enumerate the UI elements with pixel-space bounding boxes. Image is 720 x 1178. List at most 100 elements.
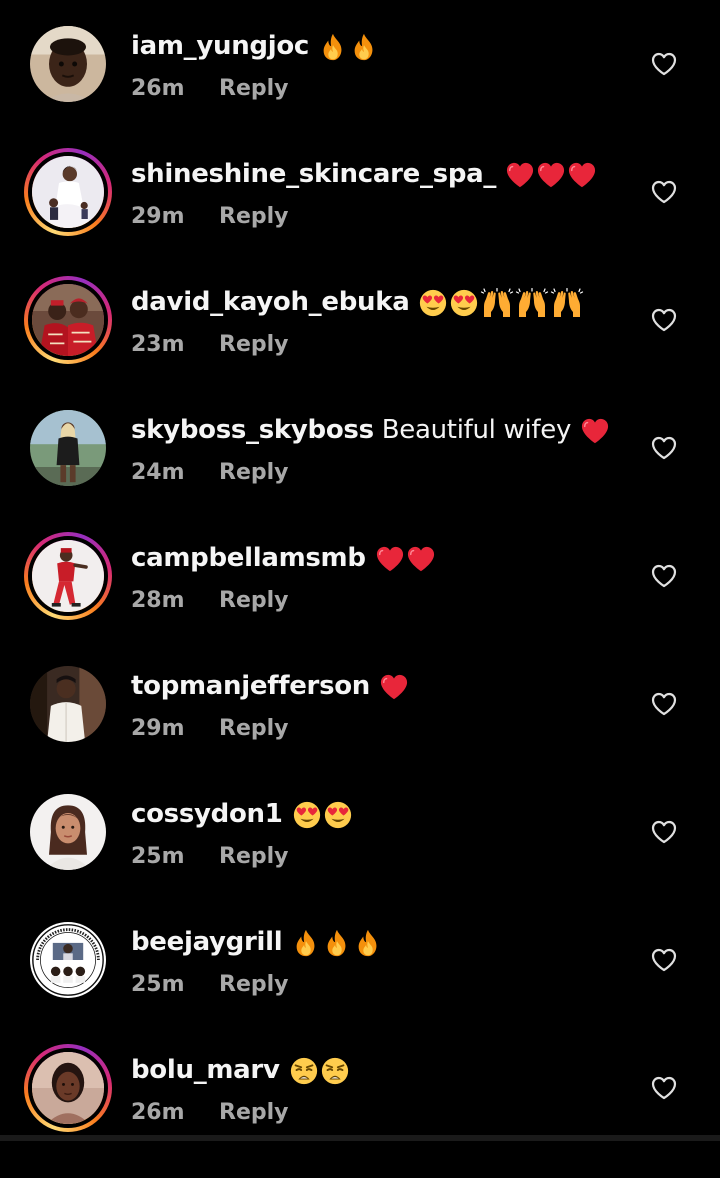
reply-button[interactable]: Reply (219, 456, 289, 490)
reply-button[interactable]: Reply (219, 712, 289, 746)
heart-eyes-emoji-icon (323, 800, 353, 830)
reply-button[interactable]: Reply (219, 968, 289, 1002)
comment-text: Beautiful wifey (381, 415, 572, 445)
comment-timestamp: 29m (131, 204, 185, 229)
avatar-frame (30, 666, 106, 742)
comment-row: campbellamsmb 28m Reply (0, 532, 720, 666)
avatar-frame (30, 794, 106, 870)
avatar-container[interactable] (30, 26, 106, 102)
username-link[interactable]: bolu_marv (131, 1055, 280, 1085)
avatar[interactable] (30, 666, 106, 742)
avatar-story-ring[interactable] (24, 1044, 112, 1132)
like-button[interactable] (651, 820, 677, 844)
username-link[interactable]: skyboss_skyboss (131, 415, 374, 445)
comment-body: cossydon1 (131, 794, 353, 834)
username-link[interactable]: beejaygrill (131, 927, 283, 957)
like-button[interactable] (651, 52, 677, 76)
avatar[interactable] (32, 540, 104, 612)
avatar[interactable] (32, 156, 104, 228)
raising-hands-emoji-icon (480, 287, 514, 318)
comment-meta: 28m Reply (131, 584, 289, 618)
comment-timestamp: 25m (131, 972, 185, 997)
username-link[interactable]: topmanjefferson (131, 671, 370, 701)
fire-emoji-icon (322, 928, 352, 958)
like-button[interactable] (651, 436, 677, 460)
avatar[interactable] (30, 922, 106, 998)
comment-body: bolu_marv (131, 1050, 350, 1090)
avatar-story-ring[interactable] (24, 532, 112, 620)
fire-emoji-icon (353, 928, 383, 958)
username-link[interactable]: shineshine_skincare_spa_ (131, 159, 496, 189)
red-heart-emoji-icon (580, 417, 610, 445)
comment-body: campbellamsmb (131, 538, 436, 578)
like-button[interactable] (651, 180, 677, 204)
reply-button[interactable]: Reply (219, 328, 289, 362)
avatar-frame (28, 152, 108, 232)
reply-button[interactable]: Reply (219, 584, 289, 618)
avatar[interactable] (30, 410, 106, 486)
comment-timestamp: 26m (131, 1100, 185, 1125)
red-heart-emoji-icon (567, 161, 597, 189)
avatar[interactable] (30, 794, 106, 870)
avatar-frame (30, 410, 106, 486)
heart-outline-icon (651, 948, 677, 972)
username-link[interactable]: cossydon1 (131, 799, 283, 829)
comment-row: david_kayoh_ebuka 23m Reply (0, 276, 720, 410)
comment-row: topmanjefferson 29m Reply (0, 666, 720, 794)
reply-button[interactable]: Reply (219, 200, 289, 234)
heart-outline-icon (651, 52, 677, 76)
like-button[interactable] (651, 308, 677, 332)
heart-outline-icon (651, 692, 677, 716)
reply-button[interactable]: Reply (219, 840, 289, 874)
like-button[interactable] (651, 692, 677, 716)
comment-body: topmanjefferson (131, 666, 409, 706)
avatar-story-ring[interactable] (24, 148, 112, 236)
red-heart-emoji-icon (536, 161, 566, 189)
heart-outline-icon (651, 564, 677, 588)
heart-eyes-emoji-icon (418, 288, 448, 318)
raising-hands-emoji-icon (550, 287, 584, 318)
heart-outline-icon (651, 308, 677, 332)
avatar-frame (28, 536, 108, 616)
red-heart-emoji-icon (406, 545, 436, 573)
avatar[interactable] (32, 284, 104, 356)
like-button[interactable] (651, 564, 677, 588)
comment-meta: 23m Reply (131, 328, 289, 362)
avatar-container[interactable] (30, 410, 106, 486)
bottom-bar (0, 1135, 720, 1141)
fire-emoji-icon (349, 32, 379, 62)
comment-meta: 29m Reply (131, 200, 289, 234)
comment-meta: 25m Reply (131, 840, 289, 874)
comment-meta: 24m Reply (131, 456, 289, 490)
like-button[interactable] (651, 1076, 677, 1100)
avatar-frame (28, 280, 108, 360)
comment-meta: 25m Reply (131, 968, 289, 1002)
comment-timestamp: 29m (131, 716, 185, 741)
username-link[interactable]: iam_yungjoc (131, 31, 309, 61)
avatar-container[interactable] (30, 922, 106, 998)
raising-hands-emoji-icon (515, 287, 549, 318)
avatar-container[interactable] (30, 666, 106, 742)
comment-timestamp: 28m (131, 588, 185, 613)
heart-outline-icon (651, 436, 677, 460)
avatar-container[interactable] (30, 794, 106, 870)
comment-timestamp: 26m (131, 76, 185, 101)
username-link[interactable]: david_kayoh_ebuka (131, 287, 410, 317)
avatar[interactable] (32, 1052, 104, 1124)
fire-emoji-icon (318, 32, 348, 62)
comment-timestamp: 24m (131, 460, 185, 485)
comments-list: iam_yungjoc 26m Reply shineshine_skincare… (0, 0, 720, 1141)
like-button[interactable] (651, 948, 677, 972)
avatar-frame (30, 922, 106, 998)
heart-eyes-emoji-icon (449, 288, 479, 318)
red-heart-emoji-icon (505, 161, 535, 189)
username-link[interactable]: campbellamsmb (131, 543, 366, 573)
reply-button[interactable]: Reply (219, 72, 289, 106)
comment-body: iam_yungjoc (131, 26, 379, 66)
avatar-story-ring[interactable] (24, 276, 112, 364)
comment-body: shineshine_skincare_spa_ (131, 154, 597, 194)
avatar-frame (28, 1048, 108, 1128)
avatar[interactable] (30, 26, 106, 102)
reply-button[interactable]: Reply (219, 1096, 289, 1130)
heart-outline-icon (651, 820, 677, 844)
